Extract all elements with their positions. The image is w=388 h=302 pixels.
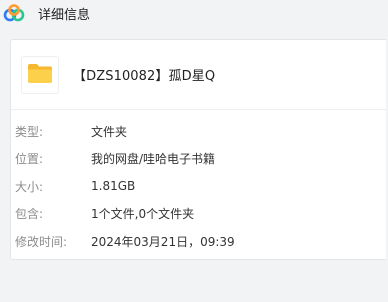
window-title: 详细信息 <box>38 7 91 23</box>
cloud-logo-icon <box>0 4 25 22</box>
detail-row-type: 类型: 文件夹 <box>15 121 127 141</box>
detail-value: 1.81GB <box>91 179 136 193</box>
detail-value: 2024年03月21日，09:39 <box>91 234 235 249</box>
detail-row-size: 大小: 1.81GB <box>15 176 135 196</box>
title-bar: 详细信息 <box>0 0 388 26</box>
file-name: 【DZS10082】孤D星Q <box>73 69 216 84</box>
detail-row-contains: 包含: 1个文件,0个文件夹 <box>15 203 194 223</box>
detail-row-location: 位置: 我的网盘/哇哈电子书籍 <box>15 148 215 168</box>
detail-label: 修改时间: <box>15 234 68 249</box>
folder-icon <box>27 62 53 88</box>
detail-value: 文件夹 <box>91 124 128 139</box>
detail-label: 位置: <box>15 151 44 166</box>
detail-value: 我的网盘/哇哈电子书籍 <box>91 151 216 166</box>
detail-row-modified: 修改时间: 2024年03月21日，09:39 <box>15 231 235 251</box>
folder-thumbnail <box>21 55 59 94</box>
detail-label: 类型: <box>15 124 44 139</box>
detail-value: 1个文件,0个文件夹 <box>91 206 195 221</box>
detail-label: 包含: <box>15 206 44 221</box>
file-header: 【DZS10082】孤D星Q <box>11 40 386 110</box>
detail-label: 大小: <box>15 179 44 194</box>
